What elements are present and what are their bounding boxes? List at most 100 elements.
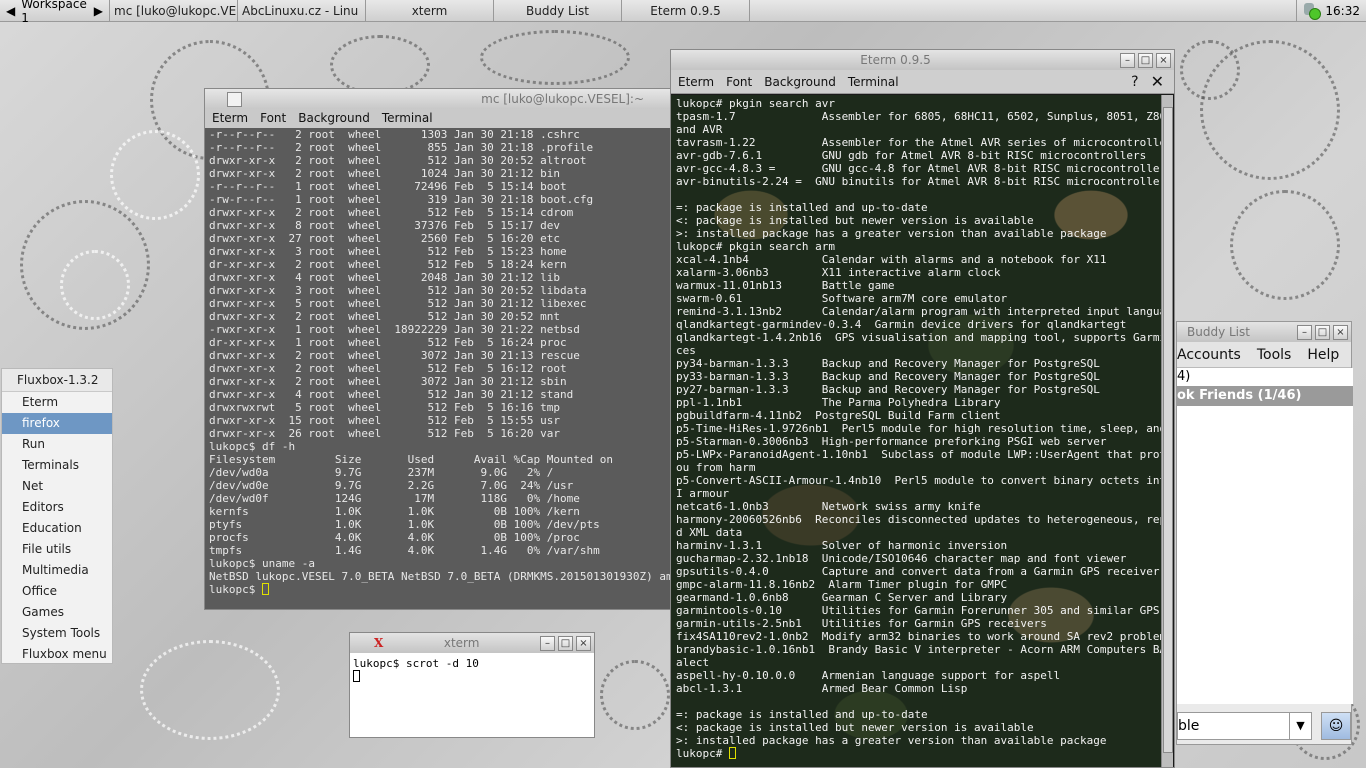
menu-terminal[interactable]: Terminal <box>848 75 899 89</box>
pidgin-tray-icon[interactable] <box>1303 2 1322 20</box>
wallpaper-swirl <box>1180 40 1240 100</box>
menu-tools[interactable]: Tools <box>1257 347 1292 363</box>
next-workspace-icon[interactable]: ▶ <box>94 4 103 18</box>
minimize-icon[interactable]: – <box>540 635 555 651</box>
system-tray: 16:32 <box>1296 0 1366 21</box>
xterm-titlebar[interactable]: X xterm – □ × <box>350 633 594 653</box>
terminal-lines: lukopc# pkgin search avr tpasm-1.7 Assemb… <box>676 97 1161 747</box>
maximize-icon[interactable]: □ <box>1315 324 1330 340</box>
chevron-down-icon[interactable]: ▼ <box>1289 713 1311 739</box>
menu-background[interactable]: Background <box>298 111 370 125</box>
terminal-line: -rw-r--r-- 1 root wheel 319 Jan 30 21:18… <box>209 193 594 206</box>
window-menu-icon[interactable] <box>227 91 242 107</box>
close-icon[interactable]: ✕ <box>1151 72 1164 91</box>
terminal-line: lukopc$ uname -a <box>209 557 315 570</box>
terminal-line: fix4SA110rev2-1.0nb2 Modify arm32 binari… <box>676 630 1161 643</box>
status-selector[interactable]: ble ▼ <box>1177 712 1312 740</box>
terminal-line: <: package is installed but newer versio… <box>676 214 1034 227</box>
menu-item-fluxbox-menu[interactable]: Fluxbox menu <box>2 644 112 665</box>
menu-item-eterm[interactable]: Eterm <box>2 392 112 413</box>
terminal-line: xcal-4.1nb4 Calendar with alarms and a n… <box>676 253 1107 266</box>
menu-item-games[interactable]: Games <box>2 602 112 623</box>
terminal-line: p5-Time-HiRes-1.9726nb1 Perl5 module for… <box>676 422 1161 435</box>
task-xterm[interactable]: xterm <box>366 0 494 21</box>
terminal-line: drwxrwxrwt 5 root wheel 512 Feb 5 16:16 … <box>209 401 560 414</box>
menu-item-terminals[interactable]: Terminals <box>2 455 112 476</box>
terminal-line: -r--r--r-- 1 root wheel 72496 Feb 5 15:1… <box>209 180 567 193</box>
buddy-title: Buddy List <box>1187 325 1250 339</box>
terminal-line: /dev/wd0e 9.7G 2.2G 7.0G 24% /usr <box>209 479 574 492</box>
eterm-titlebar[interactable]: Eterm 0.9.5 – □ × <box>671 50 1174 70</box>
terminal-line: lukopc# pkgin search arm <box>676 240 835 253</box>
workspace-label: Workspace 1 <box>21 0 87 25</box>
eterm-title: Eterm 0.9.5 <box>860 53 931 67</box>
buddy-row[interactable]: 4) <box>1177 368 1353 386</box>
maximize-icon[interactable]: □ <box>1138 52 1153 68</box>
terminal-line: qlandkartegt-1.4.2nb16 GPS visualisation… <box>676 331 1161 344</box>
task-mc[interactable]: mc [luko@lukopc.VES <box>110 0 238 21</box>
terminal-line: lukopc# pkgin search avr <box>676 97 835 110</box>
task-browser[interactable]: AbcLinuxu.cz - Linu <box>238 0 366 21</box>
xterm-terminal-output[interactable]: lukopc$ scrot -d 10 <box>350 653 594 737</box>
menu-help[interactable]: Help <box>1307 347 1339 363</box>
terminal-line: <: package is installed but newer versio… <box>676 721 1034 734</box>
eterm-scrollbar[interactable] <box>1161 95 1173 767</box>
menu-item-firefox[interactable]: firefox <box>2 413 112 434</box>
menu-eterm[interactable]: Eterm <box>678 75 714 89</box>
terminal-line: drwxr-xr-x 4 root wheel 2048 Jan 30 21:1… <box>209 271 560 284</box>
workspace-switcher[interactable]: ◀ Workspace 1 ▶ <box>0 0 110 25</box>
terminal-line: p5-Starman-0.3006nb3 High-performance pr… <box>676 435 1107 448</box>
terminal-line: -r--r--r-- 2 root wheel 1303 Jan 30 21:1… <box>209 128 580 141</box>
menu-item-editors[interactable]: Editors <box>2 497 112 518</box>
menu-font[interactable]: Font <box>726 75 752 89</box>
terminal-prompt: lukopc$ <box>209 583 262 596</box>
mc-terminal-output[interactable]: -r--r--r-- 2 root wheel 1303 Jan 30 21:1… <box>205 128 670 609</box>
close-icon[interactable]: × <box>1333 324 1348 340</box>
xterm-title: xterm <box>443 636 480 650</box>
buddy-list-window: Buddy List – □ × Accounts Tools Help 4) … <box>1176 321 1353 745</box>
eterm-menubar: Eterm Font Background Terminal ? ✕ <box>671 70 1174 94</box>
terminal-line: -rwxr-xr-x 1 root wheel 18922229 Jan 30 … <box>209 323 580 336</box>
taskbar: ◀ Workspace 1 ▶ mc [luko@lukopc.VES AbcL… <box>0 0 1366 25</box>
menu-item-system-tools[interactable]: System Tools <box>2 623 112 644</box>
terminal-line: avr-gcc-4.8.3 = GNU gcc-4.8 for Atmel AV… <box>676 162 1161 175</box>
buddy-group-header[interactable]: ok Friends (1/46) <box>1177 386 1353 406</box>
menu-item-education[interactable]: Education <box>2 518 112 539</box>
terminal-cursor <box>728 747 736 759</box>
menu-item-file-utils[interactable]: File utils <box>2 539 112 560</box>
terminal-line: p5-LWPx-ParanoidAgent-1.10nb1 Subclass o… <box>676 448 1161 461</box>
eterm-terminal-output[interactable]: lukopc# pkgin search avr tpasm-1.7 Assemb… <box>671 95 1161 767</box>
terminal-line: =: package is installed and up-to-date <box>676 708 928 721</box>
close-icon[interactable]: × <box>576 635 591 651</box>
task-eterm[interactable]: Eterm 0.9.5 <box>622 0 750 21</box>
menu-terminal[interactable]: Terminal <box>382 111 433 125</box>
buddy-icon[interactable]: ☺ <box>1321 712 1351 740</box>
mc-menubar: Eterm Font Background Terminal <box>205 109 670 127</box>
minimize-icon[interactable]: – <box>1297 324 1312 340</box>
terminal-line: =: package is installed and up-to-date <box>676 201 928 214</box>
menu-item-multimedia[interactable]: Multimedia <box>2 560 112 581</box>
clock: 16:32 <box>1325 3 1360 18</box>
mc-titlebar[interactable]: mc [luko@lukopc.VESEL]:~ <box>205 89 670 109</box>
terminal-line: abcl-1.3.1 Armed Bear Common Lisp <box>676 682 968 695</box>
task-buddy-list[interactable]: Buddy List <box>494 0 622 21</box>
close-icon[interactable]: × <box>1156 52 1171 68</box>
maximize-icon[interactable]: □ <box>558 635 573 651</box>
minimize-icon[interactable]: – <box>1120 52 1135 68</box>
terminal-line: py34-barman-1.3.3 Backup and Recovery Ma… <box>676 357 1100 370</box>
menu-font[interactable]: Font <box>260 111 286 125</box>
xterm-logo-icon: X <box>374 636 384 650</box>
wallpaper-swirl <box>140 640 280 740</box>
menu-eterm[interactable]: Eterm <box>212 111 248 125</box>
menu-item-net[interactable]: Net <box>2 476 112 497</box>
menu-accounts[interactable]: Accounts <box>1177 347 1241 363</box>
scrollbar-thumb[interactable] <box>1163 107 1173 753</box>
menu-item-run[interactable]: Run <box>2 434 112 455</box>
prev-workspace-icon[interactable]: ◀ <box>6 4 15 18</box>
menu-background[interactable]: Background <box>764 75 836 89</box>
menu-item-office[interactable]: Office <box>2 581 112 602</box>
buddy-titlebar[interactable]: Buddy List – □ × <box>1177 322 1351 342</box>
help-icon[interactable]: ? <box>1131 74 1138 90</box>
terminal-line: drwxr-xr-x 2 root wheel 512 Feb 5 16:12 … <box>209 362 567 375</box>
